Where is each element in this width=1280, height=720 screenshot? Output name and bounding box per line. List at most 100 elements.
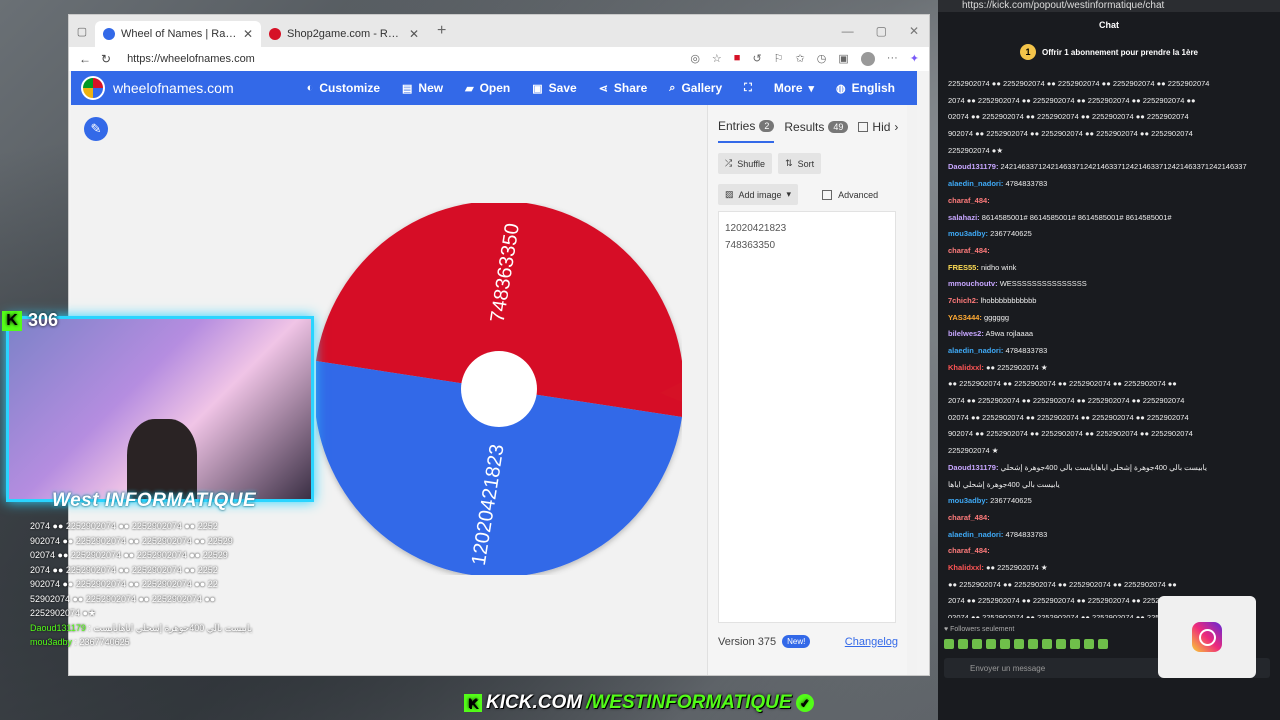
chat-username[interactable]: alaedin_nadori: xyxy=(948,530,1003,539)
collections-icon[interactable]: ▣ xyxy=(838,52,848,66)
chat-username[interactable]: charaf_484: xyxy=(948,246,990,255)
menu-open[interactable]: ▰ Open xyxy=(465,81,510,95)
maximize-icon[interactable]: ▢ xyxy=(876,24,887,38)
sync-icon[interactable]: ↺ xyxy=(752,52,761,66)
changelog-link[interactable]: Changelog xyxy=(845,636,898,648)
add-image-button[interactable]: ▨ Add image ▾ xyxy=(718,184,799,205)
tab-results[interactable]: Results 49 xyxy=(784,120,849,142)
chat-text: 2074 ●● 2252902074 ●● 2252902074 ●● 2252… xyxy=(948,596,1185,606)
reader-icon[interactable]: ◎ xyxy=(690,52,700,66)
emote-icon[interactable] xyxy=(1070,639,1080,649)
menu-customize[interactable]: ◐ Customize xyxy=(307,81,380,95)
overlay-chat-text: 2367740625 xyxy=(79,637,130,647)
close-tab-icon[interactable]: ✕ xyxy=(409,27,419,41)
advanced-checkbox[interactable] xyxy=(822,189,833,200)
chat-username[interactable]: mou3adby: xyxy=(948,229,988,238)
emote-icon[interactable] xyxy=(944,639,954,649)
emote-icon[interactable] xyxy=(1014,639,1024,649)
url-field[interactable]: https://wheelofnames.com xyxy=(121,49,680,69)
edit-pencil-button[interactable]: ✎ xyxy=(84,117,108,141)
chat-username[interactable]: Daoud131179: xyxy=(948,162,998,171)
site-logo[interactable]: wheelofnames.com xyxy=(71,76,307,100)
chat-text: ●● 2252902074 ★ xyxy=(985,362,1048,372)
gift-sub-banner[interactable]: 1 Offrir 1 abonnement pour prendre la 1è… xyxy=(938,38,1280,66)
chat-text: 4784833783 xyxy=(1005,529,1048,539)
chat-username[interactable]: charaf_484: xyxy=(948,513,990,522)
menu-new[interactable]: ▤ New xyxy=(402,81,443,95)
emote-icon[interactable] xyxy=(1056,639,1066,649)
tab-shop2game[interactable]: Shop2game.com - Recharge offic ✕ xyxy=(261,21,427,47)
address-bar-row: ← ↻ https://wheelofnames.com ◎ ☆ ■ ↺ ⚐ ✩… xyxy=(69,47,929,71)
chat-username[interactable]: salahazi: xyxy=(948,213,980,222)
extension-icon[interactable]: ■ xyxy=(734,52,741,66)
chat-message: ●● 2252902074 ●● 2252902074 ●● 225290207… xyxy=(948,579,1280,590)
overlay-chat-line: 2074 ●● 2252902074 ●● 2252902074 ●● 2252 xyxy=(30,521,218,531)
new-tab-icon[interactable]: + xyxy=(427,22,446,40)
tab-wheel-of-names[interactable]: Wheel of Names | Random name ✕ xyxy=(95,21,261,47)
chat-messages: 2252902074 ●● 2252902074 ●● 2252902074 ●… xyxy=(948,78,1280,618)
chat-text: 2421463371242146337124214633712421463371… xyxy=(1000,162,1247,172)
chevron-right-icon[interactable]: › xyxy=(894,120,898,134)
menu-more[interactable]: More ▾ xyxy=(774,81,814,95)
overlay-chat-line: Daoud131179 : يابيست بالي 400جوهرة إشحلي… xyxy=(30,622,253,633)
more-icon[interactable]: ··· xyxy=(887,52,898,66)
overlay-chat-line: 52902074 ●● 2252902074 ●● 2252902074 ●● xyxy=(30,593,216,604)
chevron-down-icon: ▾ xyxy=(808,82,815,95)
chat-username[interactable]: alaedin_nadori: xyxy=(948,346,1003,355)
chat-username[interactable]: charaf_484: xyxy=(948,196,990,205)
entries-textarea[interactable]: 12020421823 748363350 xyxy=(718,211,896,623)
sort-button[interactable]: ⇅ Sort xyxy=(778,153,822,174)
chat-username[interactable]: Khalidxxl: xyxy=(948,563,984,572)
emote-icon[interactable] xyxy=(1028,639,1038,649)
hide-checkbox[interactable] xyxy=(858,122,869,132)
menu-save[interactable]: ▣ Save xyxy=(532,81,576,95)
emote-icon[interactable] xyxy=(1084,639,1094,649)
shuffle-button[interactable]: ⤮ Shuffle xyxy=(718,153,773,174)
menu-share[interactable]: ⋖ Share xyxy=(599,81,648,95)
chat-username[interactable]: bilelwes2: xyxy=(948,329,984,338)
history-icon[interactable]: ◷ xyxy=(817,52,827,66)
profile-avatar[interactable] xyxy=(860,52,875,66)
refresh-icon[interactable]: ↻ xyxy=(101,52,111,66)
emote-icon[interactable] xyxy=(958,639,968,649)
emote-icon[interactable] xyxy=(986,639,996,649)
close-tab-icon[interactable]: ✕ xyxy=(243,27,253,41)
favorites-icon[interactable]: ✩ xyxy=(796,52,805,66)
chat-username[interactable]: alaedin_nadori: xyxy=(948,179,1003,188)
copilot-icon[interactable]: ✦ xyxy=(910,52,919,66)
menu-language[interactable]: ◍ English xyxy=(836,81,895,95)
emote-icon[interactable] xyxy=(1098,639,1108,649)
entries-panel: Entries 2 Results 49 Hid › ⤮ Shuffle ⇅ Sor… xyxy=(707,105,907,675)
emote-icon[interactable] xyxy=(1042,639,1052,649)
menu-gallery[interactable]: ⌕ Gallery xyxy=(669,81,722,95)
tab-hide[interactable]: Hid › xyxy=(858,120,898,142)
chat-username[interactable]: FRES55: xyxy=(948,263,979,272)
file-icon: ▤ xyxy=(402,82,413,95)
chat-username[interactable]: mou3adby: xyxy=(948,496,988,505)
name-wheel[interactable]: 748363350 12020421823 xyxy=(316,203,682,575)
share-icon: ⋖ xyxy=(598,82,608,95)
favorite-star-icon[interactable]: ☆ xyxy=(712,52,722,66)
wheel-center[interactable] xyxy=(461,351,537,427)
back-icon[interactable]: ← xyxy=(79,52,91,66)
tab-bar: ▢ Wheel of Names | Random name ✕ Shop2ga… xyxy=(69,15,929,47)
chat-username[interactable]: mmouchoutv: xyxy=(948,279,998,288)
emote-icon[interactable] xyxy=(1000,639,1010,649)
chat-message: يابيست بالي 400جوهرة إشحلي اياها xyxy=(948,479,1280,490)
split-icon[interactable]: ⚐ xyxy=(774,52,784,66)
search-icon: ⌕ xyxy=(669,81,676,94)
chat-url[interactable]: https://kick.com/popout/westinformatique… xyxy=(938,0,1280,12)
tab-entries[interactable]: Entries 2 xyxy=(718,119,775,143)
chat-username[interactable]: Khalidxxl: xyxy=(948,363,984,372)
tab-actions-icon[interactable]: ▢ xyxy=(69,25,95,38)
chat-username[interactable]: 7chich2: xyxy=(948,296,978,305)
emote-icon[interactable] xyxy=(972,639,982,649)
chat-username[interactable]: YAS3444: xyxy=(948,313,982,322)
tab-hide-label: Hid xyxy=(872,120,891,134)
close-window-icon[interactable]: ✕ xyxy=(909,24,919,38)
fullscreen-button[interactable]: ⛶ xyxy=(744,82,752,95)
minimize-icon[interactable]: — xyxy=(842,24,854,38)
chat-username[interactable]: Daoud131179: xyxy=(948,463,998,472)
overlay-chat-user: mou3adby xyxy=(30,637,73,647)
chat-username[interactable]: charaf_484: xyxy=(948,546,990,555)
